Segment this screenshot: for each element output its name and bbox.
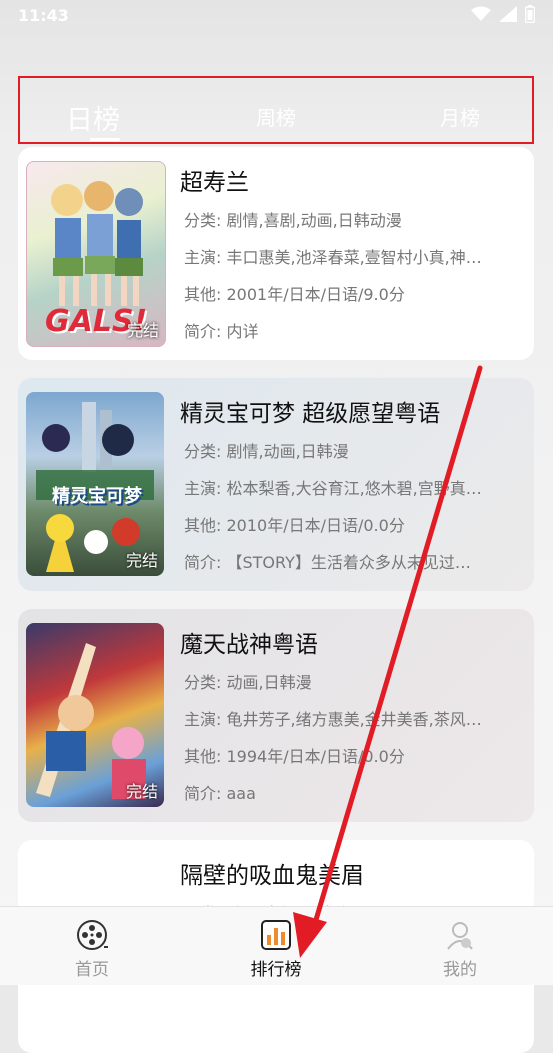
poster-image: 完结	[26, 623, 164, 807]
tab-weekly[interactable]: 周榜	[256, 102, 296, 131]
item-other: 其他: 2001年/日本/日语/9.0分	[184, 285, 405, 304]
nav-home-label: 首页	[75, 960, 109, 980]
bottom-navigation: 首页 排行榜 我的	[0, 906, 553, 985]
status-badge: 完结	[125, 782, 158, 801]
status-bar: 11:43	[0, 0, 553, 32]
tab-active-indicator	[90, 138, 120, 141]
item-other: 其他: 1994年/日本/日语/0.0分	[184, 747, 405, 766]
item-intro: 简介: 【STORY】生活着众多从未见过…	[184, 553, 471, 572]
item-title: 超寿兰	[180, 170, 249, 196]
poster-image: GALS! 完结	[26, 161, 166, 347]
wifi-icon	[471, 6, 491, 26]
tab-monthly[interactable]: 月榜	[440, 102, 480, 131]
signal-icon	[499, 6, 517, 26]
item-other: 其他: 2010年/日本/日语/0.0分	[184, 516, 405, 535]
status-icons	[471, 5, 536, 27]
nav-mine-label: 我的	[443, 960, 477, 980]
battery-icon	[524, 5, 536, 27]
nav-home[interactable]: 首页	[32, 907, 152, 985]
item-title: 隔壁的吸血鬼美眉	[180, 863, 364, 889]
item-intro: 简介: aaa	[184, 784, 256, 803]
nav-ranking[interactable]: 排行榜	[216, 907, 336, 985]
item-title: 精灵宝可梦 超级愿望粤语	[180, 401, 441, 427]
item-cast: 主演: 龟井芳子,绪方惠美,金井美香,茶风…	[184, 710, 482, 729]
nav-mine[interactable]: 我的	[400, 907, 520, 985]
ranking-tabs: 日榜 周榜 月榜	[18, 76, 534, 144]
item-category: 分类: 动画,日韩漫	[184, 673, 312, 692]
ranking-chart-icon	[261, 920, 291, 950]
poster-logo-text: 精灵宝可梦	[52, 486, 142, 507]
status-time: 11:43	[18, 6, 69, 25]
item-category: 分类: 剧情,喜剧,动画,日韩动漫	[184, 211, 402, 230]
user-profile-icon	[447, 922, 473, 950]
ranking-item[interactable]: GALS! 完结 超寿兰 分类: 剧情,喜剧,动画,日韩动漫 主演: 丰口惠美,…	[18, 147, 534, 360]
nav-ranking-label: 排行榜	[250, 960, 302, 980]
ranking-item[interactable]: 精灵宝可梦 完结 精灵宝可梦 超级愿望粤语 分类: 剧情,动画,日韩漫 主演: …	[18, 378, 534, 591]
film-reel-icon	[77, 920, 108, 950]
status-badge: 完结	[126, 321, 159, 340]
item-category: 分类: 剧情,动画,日韩漫	[184, 442, 349, 461]
ranking-item[interactable]: 完结 魔天战神粤语 分类: 动画,日韩漫 主演: 龟井芳子,绪方惠美,金井美香,…	[18, 609, 534, 822]
item-cast: 主演: 丰口惠美,池泽春菜,壹智村小真,神…	[184, 248, 482, 267]
item-intro: 简介: 内详	[184, 322, 259, 341]
item-title: 魔天战神粤语	[180, 632, 318, 658]
tab-daily[interactable]: 日榜	[66, 98, 120, 137]
status-badge: 完结	[125, 551, 158, 570]
poster-image: 精灵宝可梦 完结	[26, 392, 164, 576]
item-cast: 主演: 松本梨香,大谷育江,悠木碧,宫野真…	[184, 479, 482, 498]
